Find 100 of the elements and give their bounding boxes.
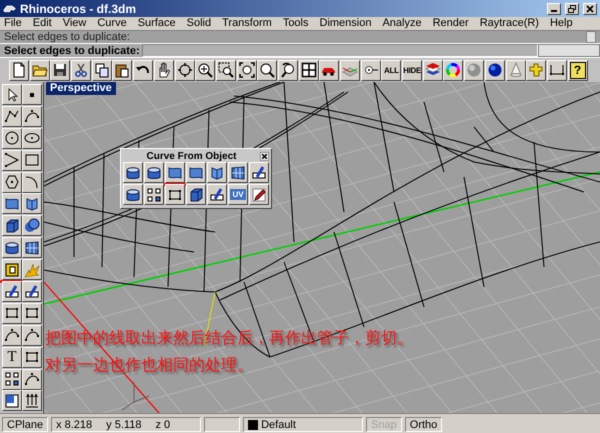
tool-button[interactable] — [22, 259, 42, 280]
toolbar-button[interactable] — [298, 60, 319, 80]
tool-button[interactable] — [165, 162, 185, 183]
scrollbar[interactable] — [538, 44, 600, 57]
framed-box-icon — [4, 262, 20, 278]
menu-item[interactable]: Dimension — [320, 17, 372, 30]
tool-button[interactable] — [2, 390, 22, 412]
toolbar-button[interactable] — [464, 60, 484, 80]
minimize-button[interactable] — [547, 2, 561, 14]
menu-item[interactable]: View — [62, 17, 86, 30]
toolbar-button[interactable]: ? — [568, 60, 588, 80]
toolbar-button[interactable] — [340, 60, 360, 80]
tool-button[interactable] — [123, 162, 143, 183]
menu-item[interactable]: Edit — [32, 17, 52, 30]
tool-button[interactable] — [22, 390, 42, 412]
tool-button[interactable] — [186, 162, 206, 183]
tool-button[interactable] — [249, 184, 269, 205]
menu-item[interactable]: Curve — [97, 17, 127, 30]
tool-button[interactable] — [207, 162, 227, 183]
tool-button[interactable] — [2, 324, 22, 346]
menu-item[interactable]: Help — [550, 17, 573, 30]
tool-button[interactable] — [22, 237, 42, 258]
tool-button[interactable] — [249, 162, 269, 183]
close-icon[interactable] — [260, 152, 269, 160]
layer-panel[interactable]: Default — [243, 417, 364, 432]
spheres-icon — [24, 218, 40, 234]
tool-button[interactable] — [22, 150, 42, 171]
tool-button[interactable] — [22, 215, 42, 236]
toolbar-button[interactable] — [526, 60, 546, 80]
tool-button[interactable]: UV — [228, 184, 248, 205]
axis-icon — [122, 382, 150, 410]
menu-item[interactable]: Solid — [186, 17, 212, 30]
toolbar-button[interactable] — [484, 60, 505, 80]
menu-item[interactable]: Render — [432, 17, 469, 30]
viewport-tab[interactable]: Perspective — [46, 82, 116, 95]
menu-item[interactable]: Tools — [282, 17, 308, 30]
close-button[interactable] — [583, 2, 597, 14]
tool-button[interactable] — [228, 162, 248, 183]
tool-button[interactable] — [2, 302, 22, 324]
tool-button[interactable] — [2, 215, 22, 236]
tool-button[interactable] — [22, 302, 42, 324]
tool-button[interactable] — [2, 172, 22, 193]
tool-button[interactable]: T — [2, 346, 22, 368]
command-input-field[interactable] — [142, 44, 538, 57]
toolbar-button[interactable] — [30, 60, 50, 80]
toolbar-button[interactable] — [71, 60, 92, 80]
tool-button[interactable] — [165, 184, 185, 205]
tool-button[interactable] — [123, 184, 143, 205]
toolbar-button[interactable] — [278, 60, 298, 80]
toolbar-button[interactable] — [174, 60, 194, 80]
menu-item[interactable]: File — [4, 17, 22, 30]
toolbar-button[interactable] — [360, 60, 381, 80]
toolbar-button[interactable] — [112, 60, 132, 80]
tool-button[interactable] — [22, 84, 42, 105]
toolbar-button[interactable] — [133, 60, 154, 80]
toolbar-button[interactable] — [422, 60, 443, 80]
toolbar-button[interactable] — [319, 60, 340, 80]
tool-button[interactable] — [22, 368, 42, 390]
tool-button[interactable] — [2, 106, 22, 127]
tool-button[interactable] — [22, 193, 42, 214]
menu-item[interactable]: Transform — [222, 17, 272, 30]
toolbar-button[interactable] — [154, 60, 174, 80]
tool-button[interactable] — [144, 184, 164, 205]
toolbar-button[interactable] — [216, 60, 236, 80]
tool-button[interactable] — [186, 184, 206, 205]
tool-button[interactable] — [2, 368, 22, 390]
tool-button[interactable] — [2, 128, 22, 149]
menu-item[interactable]: Raytrace(R) — [480, 17, 539, 30]
restore-button[interactable] — [565, 2, 579, 14]
tool-button[interactable] — [144, 162, 164, 183]
toolbar-button[interactable]: HIDE — [402, 60, 422, 80]
toolbar-button[interactable] — [195, 60, 216, 80]
tool-button[interactable] — [2, 259, 22, 280]
toolbar-button[interactable]: ALL — [381, 60, 402, 80]
toolbar-button[interactable] — [92, 60, 112, 80]
tool-button[interactable] — [2, 84, 22, 105]
toolbar-button[interactable] — [506, 60, 526, 80]
toolbar-button[interactable] — [9, 60, 29, 80]
tool-button[interactable] — [22, 128, 42, 149]
tool-button[interactable] — [2, 150, 22, 171]
tool-button[interactable] — [22, 324, 42, 346]
tool-button[interactable] — [22, 106, 42, 127]
toolbar-button[interactable] — [546, 60, 567, 80]
tool-button[interactable] — [2, 193, 22, 214]
menu-item[interactable]: Analyze — [382, 17, 422, 30]
ortho-toggle[interactable]: Ortho — [404, 417, 442, 432]
tool-button[interactable] — [207, 184, 227, 205]
tool-button[interactable] — [22, 346, 42, 368]
tool-button[interactable] — [22, 172, 42, 193]
cplane-label: CPlane — [2, 417, 48, 432]
tool-button[interactable] — [22, 281, 42, 302]
toolbar-button[interactable] — [236, 60, 257, 80]
menu-item[interactable]: Surface — [138, 17, 176, 30]
toolbar-button[interactable] — [50, 60, 70, 80]
tool-button[interactable] — [2, 281, 22, 302]
toolbar-button[interactable] — [257, 60, 278, 80]
toolbar-button[interactable] — [443, 60, 464, 80]
tool-button[interactable] — [2, 237, 22, 258]
window-icon — [4, 392, 20, 409]
scrollbar[interactable] — [586, 31, 596, 43]
